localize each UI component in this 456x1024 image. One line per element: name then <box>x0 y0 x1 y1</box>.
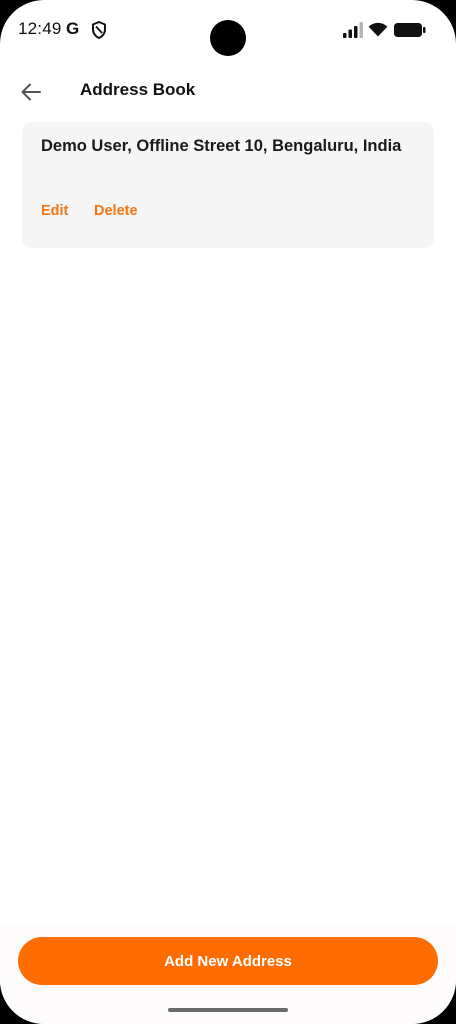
arrow-left-icon <box>21 83 41 101</box>
address-card: Demo User, Offline Street 10, Bengaluru,… <box>22 122 434 248</box>
delete-address-button[interactable]: Delete <box>94 203 138 219</box>
page-title: Address Book <box>80 80 196 99</box>
bottom-action-bar: Add New Address <box>0 926 456 1024</box>
battery-icon <box>394 23 426 37</box>
edit-address-button[interactable]: Edit <box>41 203 68 219</box>
app-bar: Address Book <box>0 66 456 118</box>
signal-icon <box>343 22 363 38</box>
add-new-address-button[interactable]: Add New Address <box>18 937 438 985</box>
status-time: 12:49 <box>18 19 62 38</box>
wifi-icon <box>368 22 388 37</box>
shield-icon <box>92 21 106 39</box>
status-bar: 12:49 G <box>0 0 456 60</box>
address-text: Demo User, Offline Street 10, Bengaluru,… <box>41 137 402 155</box>
back-button[interactable] <box>14 75 48 109</box>
home-indicator[interactable] <box>168 1008 288 1012</box>
phone-screen: 12:49 G Address Book Demo User, Offline … <box>0 0 456 1024</box>
camera-cutout <box>210 20 246 56</box>
google-icon: G <box>66 19 80 38</box>
